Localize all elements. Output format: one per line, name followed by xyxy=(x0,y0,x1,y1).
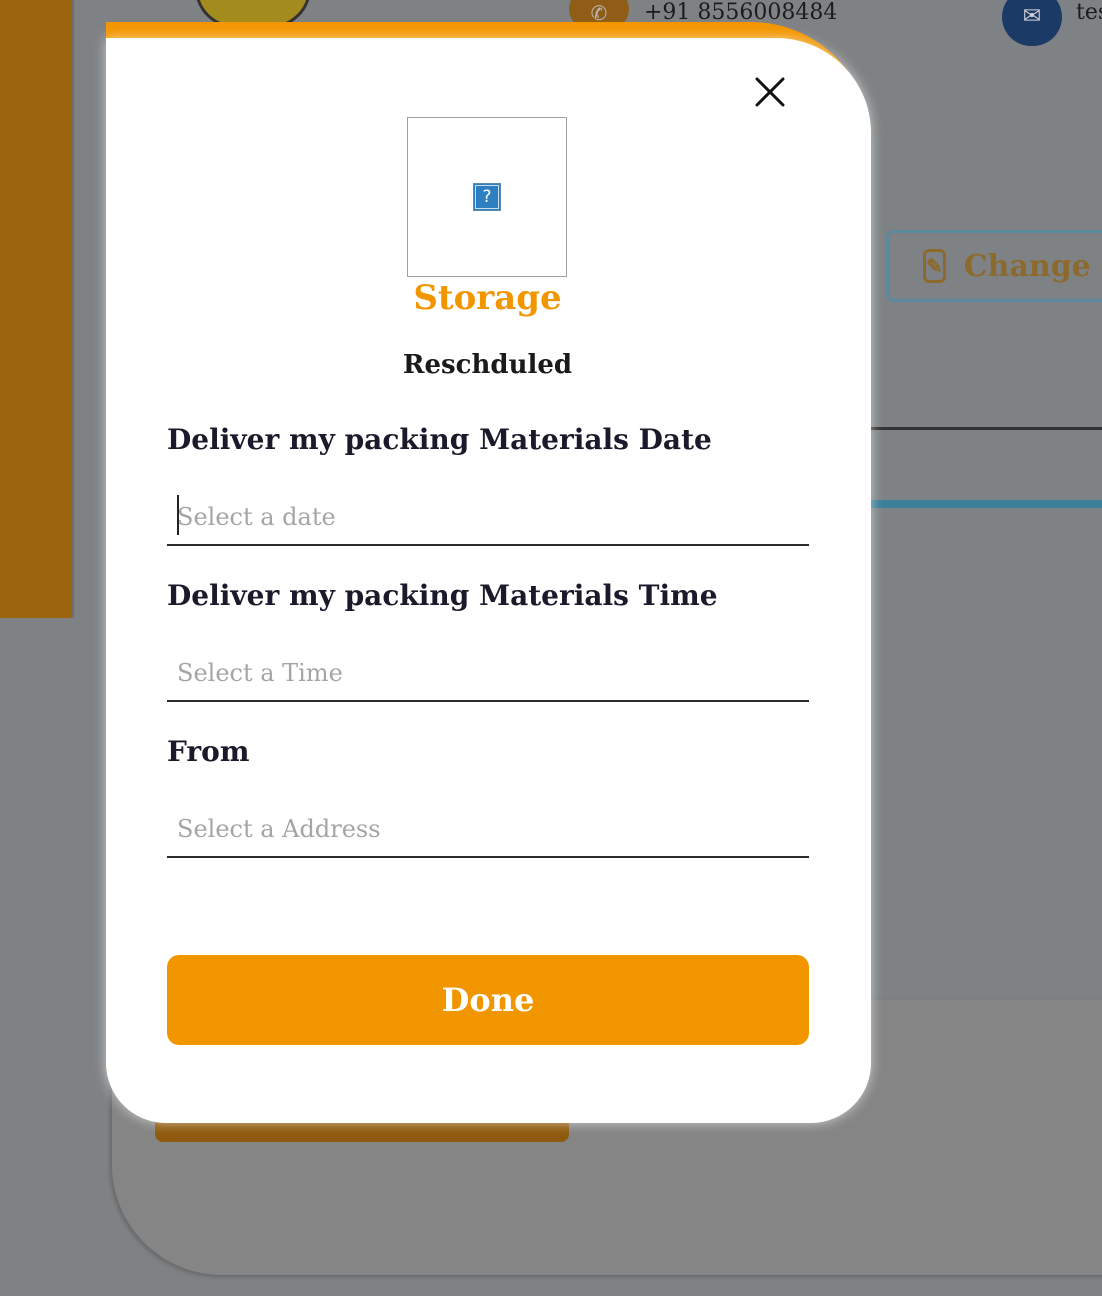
from-label: From xyxy=(167,735,250,768)
address-input[interactable] xyxy=(167,802,809,858)
change-password-label: Change Pa xyxy=(963,248,1102,284)
close-icon xyxy=(755,77,785,107)
close-button[interactable] xyxy=(752,74,788,110)
modal-subtitle: Reschduled xyxy=(402,350,573,380)
text-caret xyxy=(177,495,179,535)
time-input[interactable] xyxy=(167,646,809,702)
email-text: tes xyxy=(1076,0,1102,25)
date-input[interactable] xyxy=(167,490,809,546)
background-side-panel xyxy=(0,0,74,618)
divider xyxy=(870,427,1102,430)
page: ✆ +91 8556008484 ✉ tes ✎ Change Pa ? Sto… xyxy=(0,0,1102,1296)
pencil-icon: ✎ xyxy=(923,249,946,283)
time-label: Deliver my packing Materials Time xyxy=(167,579,718,612)
service-image: ? xyxy=(407,117,567,277)
broken-image-icon: ? xyxy=(473,183,501,211)
change-password-button[interactable]: ✎ Change Pa xyxy=(886,230,1102,302)
reschedule-modal: ? Storage Reschduled Deliver my packing … xyxy=(106,38,871,1123)
modal-title: Storage xyxy=(413,278,562,318)
date-label: Deliver my packing Materials Date xyxy=(167,423,712,456)
progress-line xyxy=(870,500,1102,508)
done-button[interactable]: Done xyxy=(167,955,809,1045)
